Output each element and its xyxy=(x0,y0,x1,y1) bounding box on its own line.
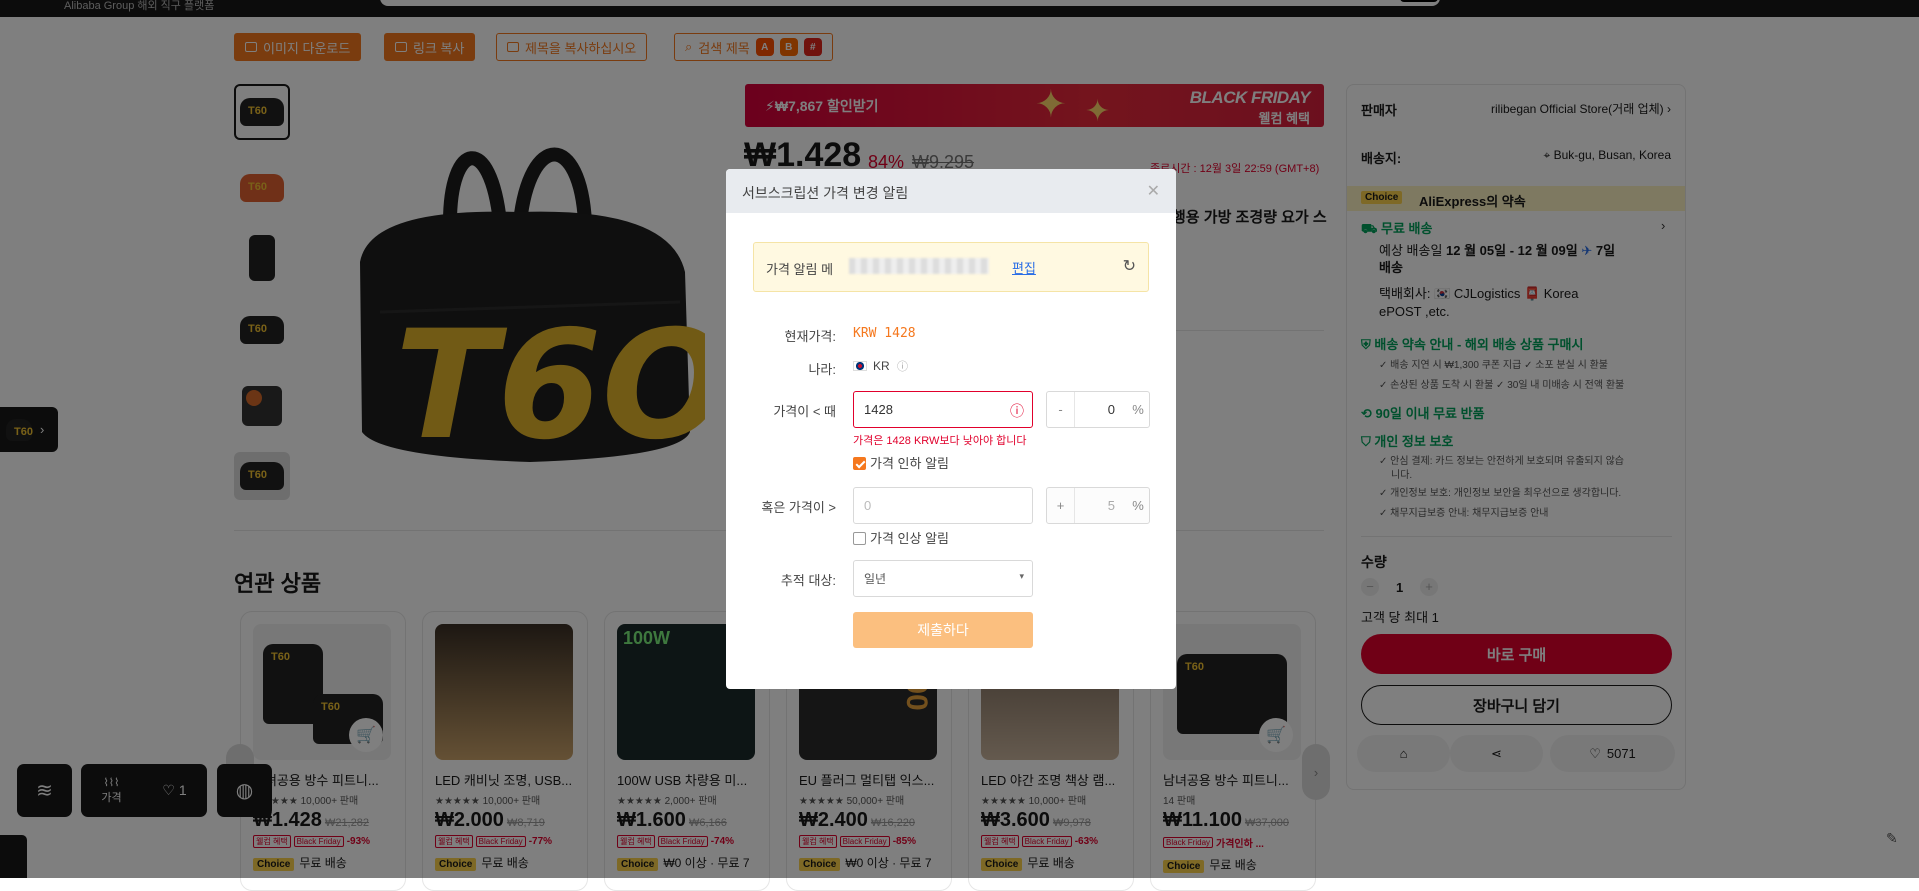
minus-sign: - xyxy=(1047,392,1075,427)
edit-link[interactable]: 편집 xyxy=(1012,258,1036,277)
below-percent-value: 0 xyxy=(1107,402,1115,417)
percent-sign: % xyxy=(1132,498,1144,513)
chevron-down-icon: ▾ xyxy=(1019,571,1024,581)
country-code: KR xyxy=(873,359,890,373)
price-error-message: 가격은 1428 KRW보다 낮아야 합니다 xyxy=(853,435,1027,447)
error-icon: ⓘ xyxy=(1010,403,1024,419)
checkbox-checked[interactable] xyxy=(853,457,866,470)
kr-flag-icon xyxy=(853,361,867,371)
track-duration-label: 추적 대상: xyxy=(780,573,836,588)
price-drop-label: 가격 인하 알림 xyxy=(870,456,949,471)
above-price-label: 혹은 가격이 > xyxy=(761,500,836,515)
track-duration-value: 일년 xyxy=(864,572,887,586)
price-alert-dialog: 서브스크립션 가격 변경 알림 ✕ 가격 알림 메 편집 ↻ 현재가격: KRW… xyxy=(726,169,1176,689)
checkbox-unchecked[interactable] xyxy=(853,532,866,545)
below-price-value: 1428 xyxy=(864,402,893,417)
price-rise-label: 가격 인상 알림 xyxy=(870,531,949,546)
help-icon[interactable]: ⓘ xyxy=(897,361,908,373)
submit-button[interactable]: 제출하다 xyxy=(853,612,1033,648)
below-price-input[interactable]: 1428 ⓘ xyxy=(853,391,1033,428)
dialog-title: 서브스크립션 가격 변경 알림 xyxy=(742,185,909,201)
country-value: KR ⓘ xyxy=(853,358,908,374)
refresh-icon[interactable]: ↻ xyxy=(1123,256,1136,276)
close-icon[interactable]: ✕ xyxy=(1147,181,1160,201)
blurred-email xyxy=(849,258,989,274)
plus-sign: + xyxy=(1047,488,1075,523)
dialog-header: 서브스크립션 가격 변경 알림 ✕ xyxy=(726,169,1176,213)
note-prefix: 가격 알림 메 xyxy=(766,262,834,277)
above-percent-input[interactable]: + 5 % xyxy=(1046,487,1150,524)
track-duration-select[interactable]: 일년 ▾ xyxy=(853,560,1033,597)
below-percent-input[interactable]: - 0 % xyxy=(1046,391,1150,428)
below-price-label: 가격이 < 때 xyxy=(773,404,836,419)
above-price-input[interactable]: 0 xyxy=(853,487,1033,524)
price-rise-checkbox[interactable]: 가격 인상 알림 xyxy=(853,528,949,547)
price-drop-checkbox[interactable]: 가격 인하 알림 xyxy=(853,453,949,472)
above-percent-value: 5 xyxy=(1107,498,1115,513)
country-label: 나라: xyxy=(808,362,836,377)
current-price-label: 현재가격: xyxy=(784,329,836,344)
percent-sign: % xyxy=(1132,402,1144,417)
alert-email-note: 가격 알림 메 편집 ↻ xyxy=(753,242,1149,292)
current-price-value: KRW 1428 xyxy=(853,326,916,341)
